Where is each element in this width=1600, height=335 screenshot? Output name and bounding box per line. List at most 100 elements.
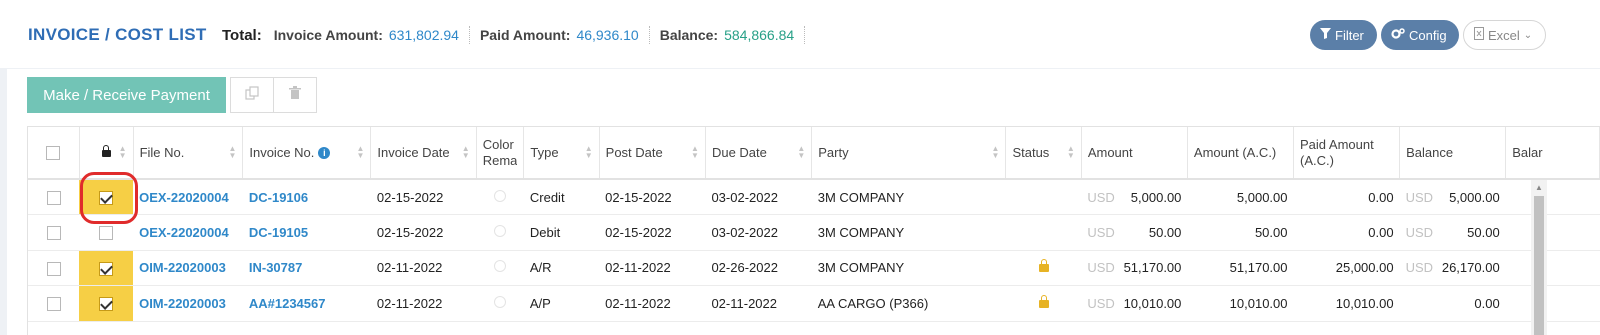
currency-label: USD [1087, 260, 1115, 276]
invoice-no-cell[interactable]: IN-30787 [242, 250, 371, 286]
color-dot-icon[interactable] [494, 189, 507, 202]
file-no-cell[interactable]: OEX-22020004 [133, 214, 243, 251]
color-dot-icon[interactable] [494, 295, 507, 308]
amount-ac-cell: 51,170.00 [1187, 250, 1294, 286]
row-select-cell[interactable] [28, 214, 80, 251]
amount-cell: USD 5,000.00 [1081, 179, 1188, 215]
trash-icon [289, 85, 301, 105]
row-select-cell[interactable] [28, 285, 80, 322]
sort-icon: ▲ ▼ [1066, 144, 1075, 160]
excel-label: Excel [1488, 27, 1520, 43]
copy-button[interactable] [230, 77, 274, 113]
color-dot-icon[interactable] [494, 260, 507, 273]
row-lock-checkbox[interactable] [99, 297, 114, 312]
invoice-no-cell[interactable]: AA#1234567 [242, 285, 371, 322]
col-status[interactable]: Status ▲ ▼ [1005, 127, 1082, 180]
balance-cell: USD 5,000.00 [1399, 179, 1506, 215]
col-balance-2[interactable]: Balar [1505, 127, 1600, 180]
row-lock-checkbox[interactable] [99, 190, 114, 205]
total-paid-value: 46,936.10 [576, 27, 639, 43]
invoice-no-cell[interactable]: DC-19105 [242, 214, 371, 251]
file-no-link[interactable]: OIM-22020003 [139, 260, 226, 275]
color-remark-cell[interactable] [476, 179, 524, 215]
invoice-no-link[interactable]: IN-30787 [249, 260, 302, 275]
balance-value: 50.00 [1467, 224, 1500, 240]
file-no-cell[interactable]: OIM-22020003 [133, 285, 243, 322]
col-invoice-date[interactable]: Invoice Date ▲ ▼ [370, 127, 477, 180]
row-lock-checkbox[interactable] [99, 226, 114, 241]
filter-button[interactable]: Filter [1310, 20, 1377, 50]
excel-export-button[interactable]: Excel ⌄ [1463, 20, 1546, 50]
amount-ac-cell: 50.00 [1187, 214, 1294, 251]
currency-label: USD [1405, 260, 1434, 276]
color-remark-cell[interactable] [476, 285, 524, 322]
col-amount-ac[interactable]: Amount (A.C.) [1187, 127, 1295, 180]
row-lock-cell[interactable] [79, 179, 134, 215]
file-no-cell[interactable]: OIM-22020003 [133, 250, 243, 286]
row-lock-cell[interactable] [79, 214, 134, 251]
col-balance[interactable]: Balance [1399, 127, 1507, 180]
row-select-checkbox[interactable] [46, 297, 61, 312]
table-row[interactable]: OEX-22020004 DC-19105 02-15-2022 Debit 02-15… [28, 214, 1600, 251]
col-party[interactable]: Party ▲ ▼ [811, 127, 1007, 180]
scrollbar-thumb[interactable] [1534, 196, 1544, 335]
sort-icon: ▲ ▼ [797, 144, 806, 160]
col-type[interactable]: Type ▲ ▼ [523, 127, 600, 180]
amount-value: 50.00 [1148, 224, 1182, 240]
invoice-no-link[interactable]: DC-19105 [249, 225, 308, 240]
color-remark-cell[interactable] [476, 250, 524, 286]
lock-column-header[interactable]: ▲ ▼ [79, 127, 134, 180]
row-select-checkbox[interactable] [46, 226, 61, 241]
post-date-cell: 02-11-2022 [599, 285, 706, 322]
sort-icon: ▲ ▼ [118, 144, 127, 160]
total-invoice-amount: Invoice Amount: 631,802.94 [274, 26, 470, 44]
select-all-checkbox[interactable] [46, 146, 61, 161]
row-lock-cell[interactable] [79, 285, 134, 322]
status-cell [1005, 179, 1082, 215]
invoice-no-link[interactable]: DC-19106 [249, 190, 308, 205]
top-bar: INVOICE / COST LIST Total: Invoice Amoun… [0, 0, 1600, 68]
col-amount[interactable]: Amount [1081, 127, 1188, 180]
paid-ac-cell: 10,010.00 [1293, 285, 1400, 322]
color-remark-cell[interactable] [476, 214, 524, 251]
currency-label: USD [1087, 189, 1115, 205]
select-all-checkbox-cell[interactable] [28, 127, 80, 180]
row-select-cell[interactable] [28, 250, 80, 286]
table-row[interactable]: OIM-22020003 AA#1234567 02-11-2022 A/P 02-11… [28, 285, 1600, 322]
color-dot-icon[interactable] [494, 224, 507, 237]
type-cell: A/P [523, 285, 600, 322]
invoice-no-link[interactable]: AA#1234567 [249, 296, 326, 311]
table-row[interactable]: OIM-22020003 IN-30787 02-11-2022 A/R 02-11-2… [28, 250, 1600, 286]
col-color-remark[interactable]: Color Rema [476, 127, 525, 180]
row-select-checkbox[interactable] [46, 261, 61, 276]
balance-cell: 0.00 [1399, 285, 1506, 322]
invoice-date-cell: 02-11-2022 [370, 250, 477, 286]
lock-icon [101, 145, 111, 157]
col-post-date[interactable]: Post Date ▲ ▼ [599, 127, 706, 180]
invoice-no-cell[interactable]: DC-19106 [242, 179, 371, 215]
delete-button[interactable] [273, 77, 317, 113]
file-no-link[interactable]: OIM-22020003 [139, 296, 226, 311]
col-paid-amount-ac[interactable]: Paid Amount (A.C.) [1293, 127, 1401, 180]
table-row[interactable]: OEX-22020004 DC-19106 02-15-2022 Credit 02-1… [28, 179, 1600, 215]
col-color-remark-label: Color Rema [482, 136, 518, 168]
total-label: Total: [222, 26, 262, 44]
file-no-cell[interactable]: OEX-22020004 [133, 179, 243, 215]
amount-value: 5,000.00 [1130, 189, 1182, 205]
scroll-up-icon[interactable]: ▲ [1535, 183, 1543, 192]
row-select-cell[interactable] [28, 179, 80, 215]
col-file-no[interactable]: File No. ▲ ▼ [133, 127, 244, 180]
config-button[interactable]: Config [1381, 20, 1459, 50]
file-no-link[interactable]: OEX-22020004 [139, 225, 229, 240]
file-no-link[interactable]: OEX-22020004 [139, 190, 229, 205]
row-select-checkbox[interactable] [46, 190, 61, 205]
info-icon[interactable]: i [318, 147, 331, 159]
col-status-label: Status [1012, 145, 1050, 160]
row-lock-checkbox[interactable] [99, 261, 114, 276]
make-receive-payment-button[interactable]: Make / Receive Payment [27, 77, 226, 113]
due-date-cell: 03-02-2022 [705, 179, 812, 215]
party-cell: AA CARGO (P366) [811, 285, 1006, 322]
row-lock-cell[interactable] [79, 250, 134, 286]
col-invoice-no[interactable]: Invoice No. i ▲ ▼ [242, 127, 372, 180]
col-due-date[interactable]: Due Date ▲ ▼ [705, 127, 813, 180]
